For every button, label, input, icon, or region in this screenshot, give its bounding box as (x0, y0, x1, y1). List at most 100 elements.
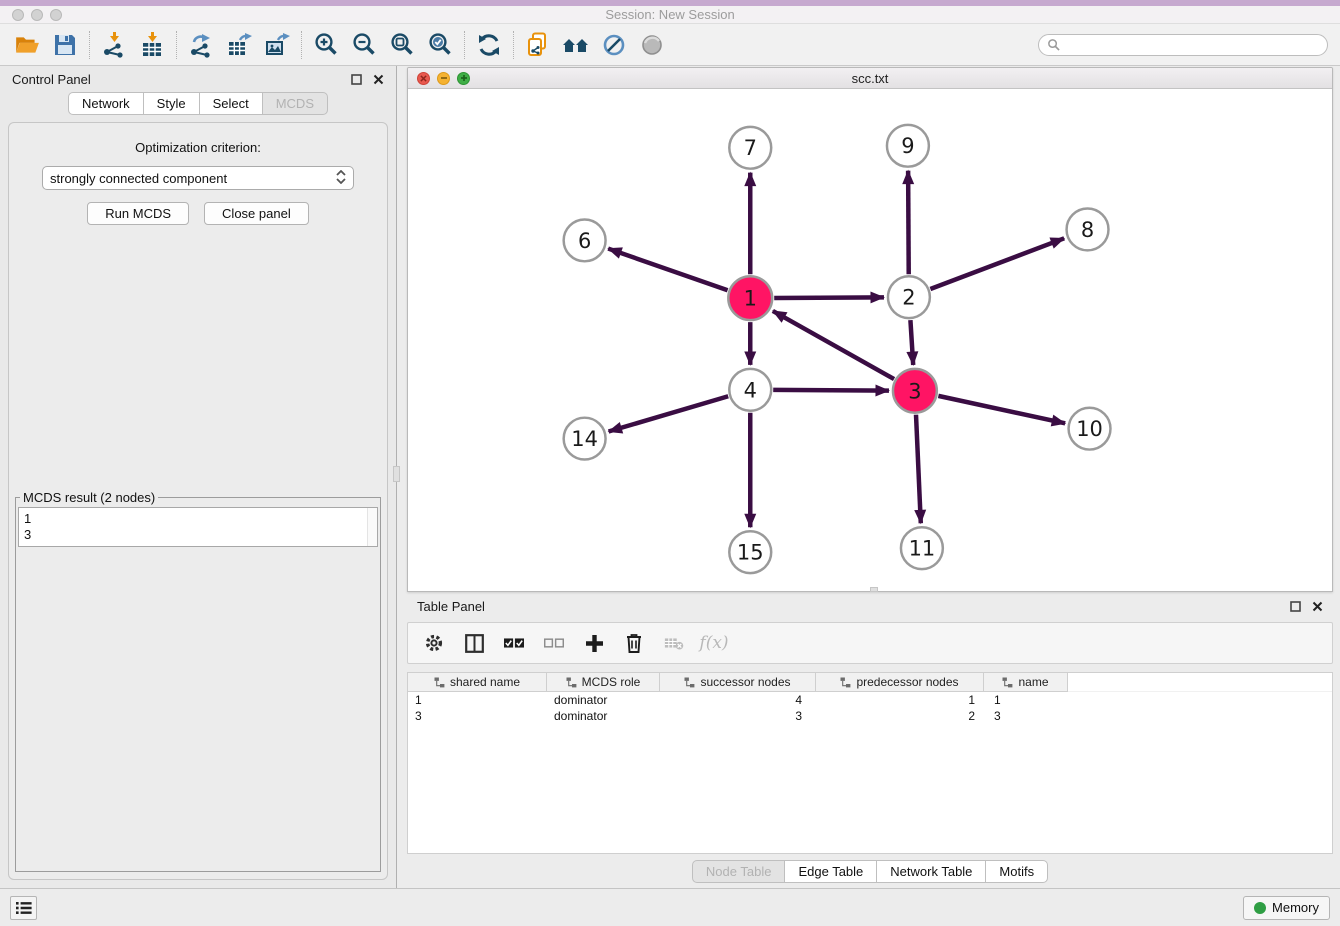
result-scrollbar[interactable] (367, 508, 377, 546)
graph-node-1[interactable]: 1 (728, 276, 772, 320)
zoom-out-icon[interactable] (345, 28, 383, 62)
deselect-all-columns-icon[interactable] (544, 633, 564, 653)
column-header-shared-name[interactable]: shared name (408, 673, 547, 692)
hide-selected-icon[interactable] (595, 28, 633, 62)
graph-edge-1-2[interactable] (774, 297, 884, 298)
export-table-icon[interactable] (220, 28, 258, 62)
delete-column-icon[interactable] (624, 633, 644, 653)
criterion-value: strongly connected component (50, 171, 227, 186)
select-all-columns-icon[interactable] (504, 633, 524, 653)
tab-mcds[interactable]: MCDS (262, 92, 328, 115)
table-cell[interactable]: 1 (816, 692, 984, 708)
first-neighbors-icon[interactable] (557, 28, 595, 62)
graph-edge-2-9[interactable] (908, 171, 909, 275)
table-row[interactable]: 3dominator323 (408, 708, 1332, 724)
column-type-icon (684, 677, 695, 688)
column-header-MCDS-role[interactable]: MCDS role (547, 673, 660, 692)
table-cell[interactable]: 1 (984, 692, 1068, 708)
graph-node-2[interactable]: 2 (888, 276, 930, 318)
apply-layout-icon[interactable] (470, 28, 508, 62)
graph-edge-2-3[interactable] (910, 320, 913, 365)
table-row[interactable]: 1dominator411 (408, 692, 1332, 708)
search-field[interactable] (1038, 34, 1328, 56)
tab-motifs[interactable]: Motifs (985, 860, 1048, 883)
import-table-icon[interactable] (133, 28, 171, 62)
clone-network-icon[interactable] (519, 28, 557, 62)
table-tabs: Node TableEdge TableNetwork TableMotifs (692, 860, 1048, 883)
memory-button[interactable]: Memory (1243, 896, 1330, 920)
graph-edge-3-10[interactable] (938, 396, 1065, 423)
float-panel-icon[interactable] (351, 74, 362, 85)
tab-network[interactable]: Network (68, 92, 144, 115)
import-network-icon[interactable] (95, 28, 133, 62)
graph-edge-2-8[interactable] (930, 238, 1064, 289)
column-header-predecessor-nodes[interactable]: predecessor nodes (816, 673, 984, 692)
graph-node-7[interactable]: 7 (729, 127, 771, 169)
run-mcds-button[interactable]: Run MCDS (87, 202, 189, 225)
column-header-successor-nodes[interactable]: successor nodes (660, 673, 816, 692)
column-header-name[interactable]: name (984, 673, 1068, 692)
memory-label: Memory (1272, 900, 1319, 915)
search-input[interactable] (1065, 38, 1319, 52)
memory-status-icon (1254, 902, 1266, 914)
window-title: Session: New Session (0, 7, 1340, 22)
graph-node-10[interactable]: 10 (1069, 408, 1111, 450)
toggle-panel-icon[interactable] (464, 633, 484, 653)
graph-node-4[interactable]: 4 (729, 369, 771, 411)
task-history-button[interactable] (10, 896, 37, 920)
table-settings-icon[interactable] (424, 633, 444, 653)
tab-node-table[interactable]: Node Table (692, 860, 786, 883)
table-cell[interactable]: 1 (408, 692, 547, 708)
graph-node-6[interactable]: 6 (564, 219, 606, 261)
zoom-in-icon[interactable] (307, 28, 345, 62)
mcds-result-text: 1 3 (19, 508, 377, 546)
graph-node-8[interactable]: 8 (1067, 209, 1109, 251)
splitter-grip-horizontal[interactable] (870, 587, 878, 592)
table-cell[interactable]: 3 (660, 708, 816, 724)
table-cell[interactable]: dominator (547, 708, 660, 724)
delete-table-icon[interactable] (664, 633, 684, 653)
zoom-fit-icon[interactable] (383, 28, 421, 62)
tab-select[interactable]: Select (199, 92, 263, 115)
graph-edge-4-3[interactable] (773, 390, 889, 391)
svg-text:14: 14 (571, 427, 598, 451)
tab-style[interactable]: Style (143, 92, 200, 115)
criterion-select[interactable]: strongly connected component (42, 166, 354, 190)
add-column-icon[interactable] (584, 633, 604, 653)
close-panel-button[interactable]: Close panel (204, 202, 309, 225)
network-window-title: scc.txt (408, 71, 1332, 86)
table-cell[interactable]: dominator (547, 692, 660, 708)
apply-function-icon[interactable]: f(x) (704, 633, 724, 653)
svg-text:8: 8 (1081, 218, 1094, 242)
graph-edge-3-1[interactable] (773, 311, 894, 379)
graph-node-14[interactable]: 14 (564, 418, 606, 460)
graph-node-9[interactable]: 9 (887, 125, 929, 167)
mcds-result-area[interactable]: 1 3 (18, 507, 378, 547)
close-panel-icon[interactable] (373, 74, 384, 85)
network-canvas[interactable]: 7 9 6 8 1 2 4 3 14 10 15 11 (408, 89, 1332, 591)
export-network-icon[interactable] (182, 28, 220, 62)
save-session-icon[interactable] (46, 28, 84, 62)
zoom-selected-icon[interactable] (421, 28, 459, 62)
graph-edge-4-14[interactable] (609, 396, 729, 431)
table-cell[interactable]: 4 (660, 692, 816, 708)
table-cell[interactable]: 3 (408, 708, 547, 724)
graph-edge-3-11[interactable] (916, 415, 921, 524)
graph-edge-1-6[interactable] (608, 249, 727, 291)
graph-node-3[interactable]: 3 (893, 369, 937, 413)
tab-network-table[interactable]: Network Table (876, 860, 986, 883)
show-hidden-icon[interactable] (633, 28, 671, 62)
splitter-grip[interactable] (393, 466, 400, 482)
open-session-icon[interactable] (8, 28, 46, 62)
main-titlebar[interactable]: Session: New Session (0, 6, 1340, 24)
network-window-titlebar[interactable]: scc.txt (408, 68, 1332, 89)
mcds-panel: Optimization criterion: strongly connect… (8, 122, 388, 880)
table-cell[interactable]: 3 (984, 708, 1068, 724)
graph-node-11[interactable]: 11 (901, 527, 943, 569)
float-table-panel-icon[interactable] (1290, 601, 1301, 612)
close-table-panel-icon[interactable] (1312, 601, 1323, 612)
graph-node-15[interactable]: 15 (729, 531, 771, 573)
export-image-icon[interactable] (258, 28, 296, 62)
table-cell[interactable]: 2 (816, 708, 984, 724)
tab-edge-table[interactable]: Edge Table (784, 860, 877, 883)
